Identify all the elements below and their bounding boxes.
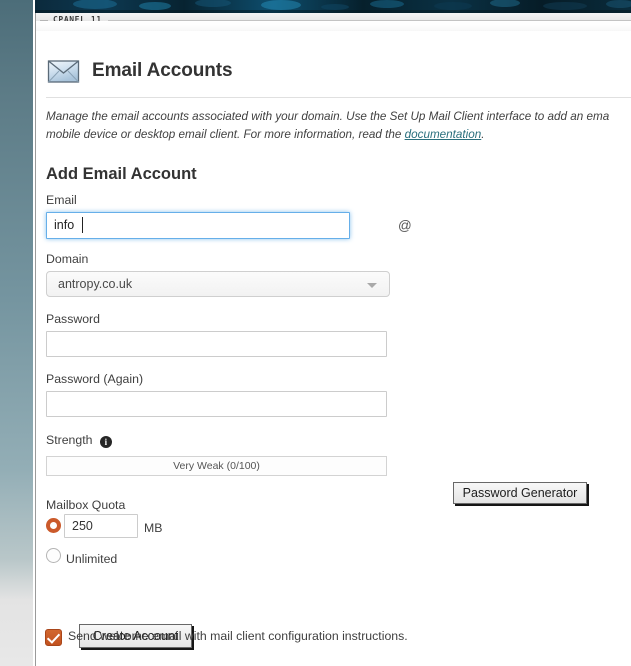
page-description: Manage the email accounts associated wit… [46, 108, 631, 144]
password-again-field-label: Password (Again) [46, 372, 144, 386]
description-line-2: mobile device or desktop email client. F… [46, 126, 631, 144]
send-welcome-email-label: Send welcome email with mail client conf… [68, 629, 408, 643]
envelope-icon [46, 57, 82, 85]
quota-unit-label: MB [144, 521, 163, 535]
send-welcome-email-checkbox[interactable] [45, 629, 62, 646]
email-field-label: Email [46, 193, 77, 207]
quota-unlimited-label: Unlimited [66, 552, 118, 566]
password-generator-button[interactable]: Password Generator [453, 482, 587, 504]
password-field-label: Password [46, 312, 100, 326]
password-input[interactable] [46, 331, 387, 357]
quota-unlimited-radio[interactable] [46, 548, 61, 563]
envelope-icon-graphic [47, 60, 80, 83]
section-heading: Add Email Account [46, 165, 197, 183]
chevron-down-icon [367, 283, 377, 288]
domain-selected-value: antropy.co.uk [58, 277, 133, 291]
check-icon [46, 630, 61, 644]
page-header: Email Accounts [46, 43, 621, 99]
at-symbol-label: @ [398, 218, 412, 233]
header-divider [46, 97, 631, 98]
description-line-2-suffix: . [481, 128, 485, 141]
tab-strip-sheen [36, 21, 631, 31]
domain-field-label: Domain [46, 252, 89, 266]
email-input[interactable]: info [46, 212, 350, 239]
left-sidebar-rail [0, 0, 33, 666]
strength-label: Strength [46, 433, 93, 447]
quota-value-input[interactable]: 250 [64, 514, 138, 538]
main-content-panel: Email Accounts Manage the email accounts… [36, 31, 631, 666]
documentation-link[interactable]: documentation [405, 128, 482, 141]
page-title: Email Accounts [92, 60, 233, 81]
strength-label-group: Strength i [46, 433, 112, 448]
banner-graphic [35, 0, 631, 13]
header-banner-image [35, 0, 631, 13]
description-line-2-prefix: mobile device or desktop email client. F… [46, 128, 405, 141]
mailbox-quota-label: Mailbox Quota [46, 498, 126, 512]
password-again-input[interactable] [46, 391, 387, 417]
password-strength-meter: Very Weak (0/100) [46, 456, 387, 476]
description-line-1: Manage the email accounts associated wit… [46, 110, 610, 123]
info-icon[interactable]: i [99, 436, 112, 448]
domain-select[interactable]: antropy.co.uk [46, 271, 390, 297]
email-input-caret [82, 217, 83, 233]
quota-fixed-radio[interactable] [46, 518, 61, 533]
